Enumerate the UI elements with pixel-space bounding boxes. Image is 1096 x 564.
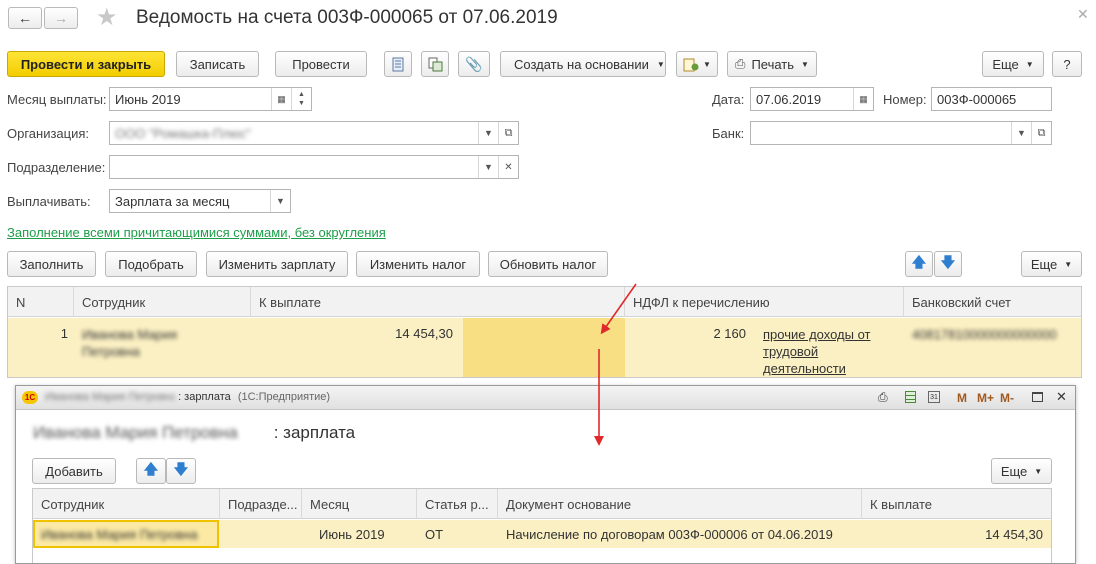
annotation-arrow-diagonal — [600, 283, 637, 335]
annotation-arrows — [594, 283, 637, 446]
